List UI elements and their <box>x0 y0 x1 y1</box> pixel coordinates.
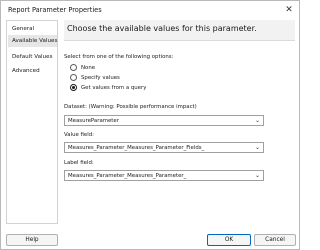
label-field-select[interactable]: Measures_Parameter_Measures_Parameter_ ⌄ <box>64 170 264 181</box>
radio-get-values-from-query[interactable] <box>70 84 77 91</box>
nav-item-available-values[interactable]: Available Values <box>8 35 57 47</box>
options-label: Select from one of the following options… <box>64 54 174 60</box>
ok-button[interactable]: OK <box>207 234 251 246</box>
title-bar: Report Parameter Properties ✕ <box>1 1 299 19</box>
radio-specify-values-label: Specify values <box>81 75 120 81</box>
window-title: Report Parameter Properties <box>8 6 102 14</box>
label-field-label: Label field: <box>64 160 94 166</box>
value-field-label: Value field: <box>64 132 94 138</box>
close-icon[interactable]: ✕ <box>282 3 296 17</box>
radio-none[interactable] <box>70 64 77 71</box>
nav-item-advanced[interactable]: Advanced <box>8 65 57 77</box>
nav-item-general[interactable]: General <box>8 23 57 35</box>
help-button[interactable]: Help <box>6 234 58 246</box>
cancel-button[interactable]: Cancel <box>254 234 296 246</box>
dataset-value: MeasureParameter <box>68 118 119 124</box>
chevron-down-icon: ⌄ <box>254 117 261 124</box>
value-field-value: Measures_Parameter_Measures_Parameter_Fi… <box>68 145 205 151</box>
dataset-label: Dataset: (Warning: Possible performance … <box>64 104 197 110</box>
pane-title: Choose the available values for this par… <box>67 24 257 33</box>
radio-specify-values[interactable] <box>70 74 77 81</box>
pane-header: Choose the available values for this par… <box>64 20 295 41</box>
nav-list: General Available Values Default Values … <box>6 20 58 224</box>
value-field-select[interactable]: Measures_Parameter_Measures_Parameter_Fi… <box>64 142 264 153</box>
radio-get-values-from-query-label: Get values from a query <box>81 85 147 91</box>
report-parameter-properties-dialog: Report Parameter Properties ✕ General Av… <box>0 0 300 250</box>
label-field-value: Measures_Parameter_Measures_Parameter_ <box>68 173 187 179</box>
radio-none-label: None <box>81 65 96 71</box>
available-values-pane: Choose the available values for this par… <box>64 20 296 225</box>
chevron-down-icon: ⌄ <box>254 144 261 151</box>
chevron-down-icon: ⌄ <box>254 172 261 179</box>
dataset-select[interactable]: MeasureParameter ⌄ <box>64 115 264 126</box>
nav-item-default-values[interactable]: Default Values <box>8 51 57 63</box>
